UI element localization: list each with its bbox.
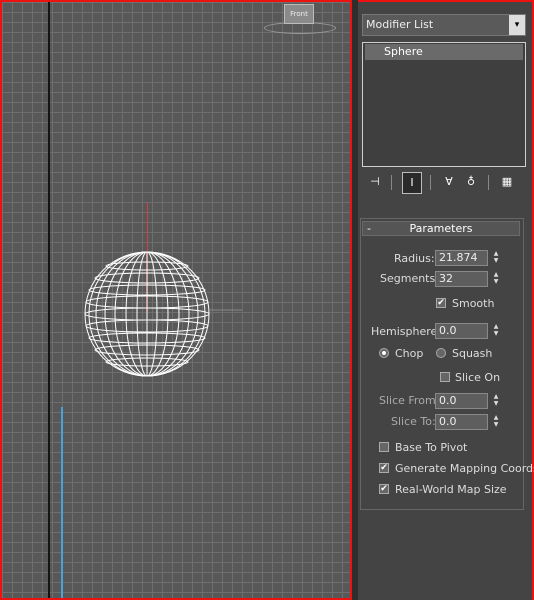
base-to-pivot-label: Base To Pivot [395, 441, 468, 454]
show-end-result-icon[interactable]: I [402, 172, 422, 194]
base-to-pivot-checkbox[interactable] [379, 442, 389, 452]
slice-from-label: Slice From: [379, 394, 440, 407]
toolbar-separator [430, 175, 431, 190]
radius-field[interactable]: 21.874 [435, 250, 488, 266]
chevron-down-icon[interactable]: ▾ [509, 15, 525, 35]
slice-to-label: Slice To: [391, 415, 436, 428]
modifier-stack-toolbar: ⊣ I ∀ ♁ ▦ [362, 172, 526, 194]
panel-divider[interactable] [352, 0, 358, 600]
slice-to-spinner[interactable]: ▲ ▼ [491, 414, 501, 430]
segments-label: Segments: [380, 272, 439, 285]
sphere-wireframe[interactable] [2, 2, 352, 600]
smooth-label: Smooth [452, 297, 495, 310]
perspective-viewport[interactable]: Front [0, 0, 352, 600]
radius-label: Radius: [394, 252, 435, 265]
segments-spinner[interactable]: ▲ ▼ [491, 271, 501, 287]
stack-item-sphere[interactable]: Sphere [365, 44, 523, 60]
slice-to-field[interactable]: 0.0 [435, 414, 488, 430]
modifier-list-label: Modifier List [366, 18, 434, 31]
modifier-stack[interactable]: Sphere [362, 42, 526, 167]
pin-stack-icon[interactable]: ⊣ [366, 172, 384, 192]
squash-label: Squash [452, 347, 493, 360]
slice-on-label: Slice On [455, 371, 501, 384]
configure-modifier-sets-icon[interactable]: ▦ [498, 172, 516, 192]
hemisphere-spinner[interactable]: ▲ ▼ [491, 323, 501, 339]
hemisphere-field[interactable]: 0.0 [435, 323, 488, 339]
rollout-title: Parameters [409, 222, 473, 235]
toolbar-separator [488, 175, 489, 190]
slice-on-checkbox[interactable] [440, 372, 450, 382]
remove-modifier-icon[interactable]: ♁ [462, 172, 480, 192]
radius-spinner[interactable]: ▲ ▼ [491, 250, 501, 266]
squash-radio[interactable] [436, 348, 446, 358]
hemisphere-label: Hemisphere: [371, 325, 442, 338]
segments-field[interactable]: 32 [435, 271, 488, 287]
parameters-rollout-header[interactable]: - Parameters [362, 221, 520, 236]
generate-mapping-checkbox[interactable]: ✔ [379, 463, 389, 473]
chop-label: Chop [395, 347, 424, 360]
toolbar-separator [391, 175, 392, 190]
generate-mapping-label: Generate Mapping Coords [395, 462, 534, 475]
smooth-checkbox[interactable]: ✔ [436, 298, 446, 308]
real-world-label: Real-World Map Size [395, 483, 507, 496]
slice-from-field[interactable]: 0.0 [435, 393, 488, 409]
real-world-checkbox[interactable]: ✔ [379, 484, 389, 494]
modifier-list-dropdown[interactable]: Modifier List ▾ [362, 14, 526, 36]
chop-radio[interactable] [379, 348, 389, 358]
make-unique-icon[interactable]: ∀ [440, 172, 458, 192]
slice-from-spinner[interactable]: ▲ ▼ [491, 393, 501, 409]
